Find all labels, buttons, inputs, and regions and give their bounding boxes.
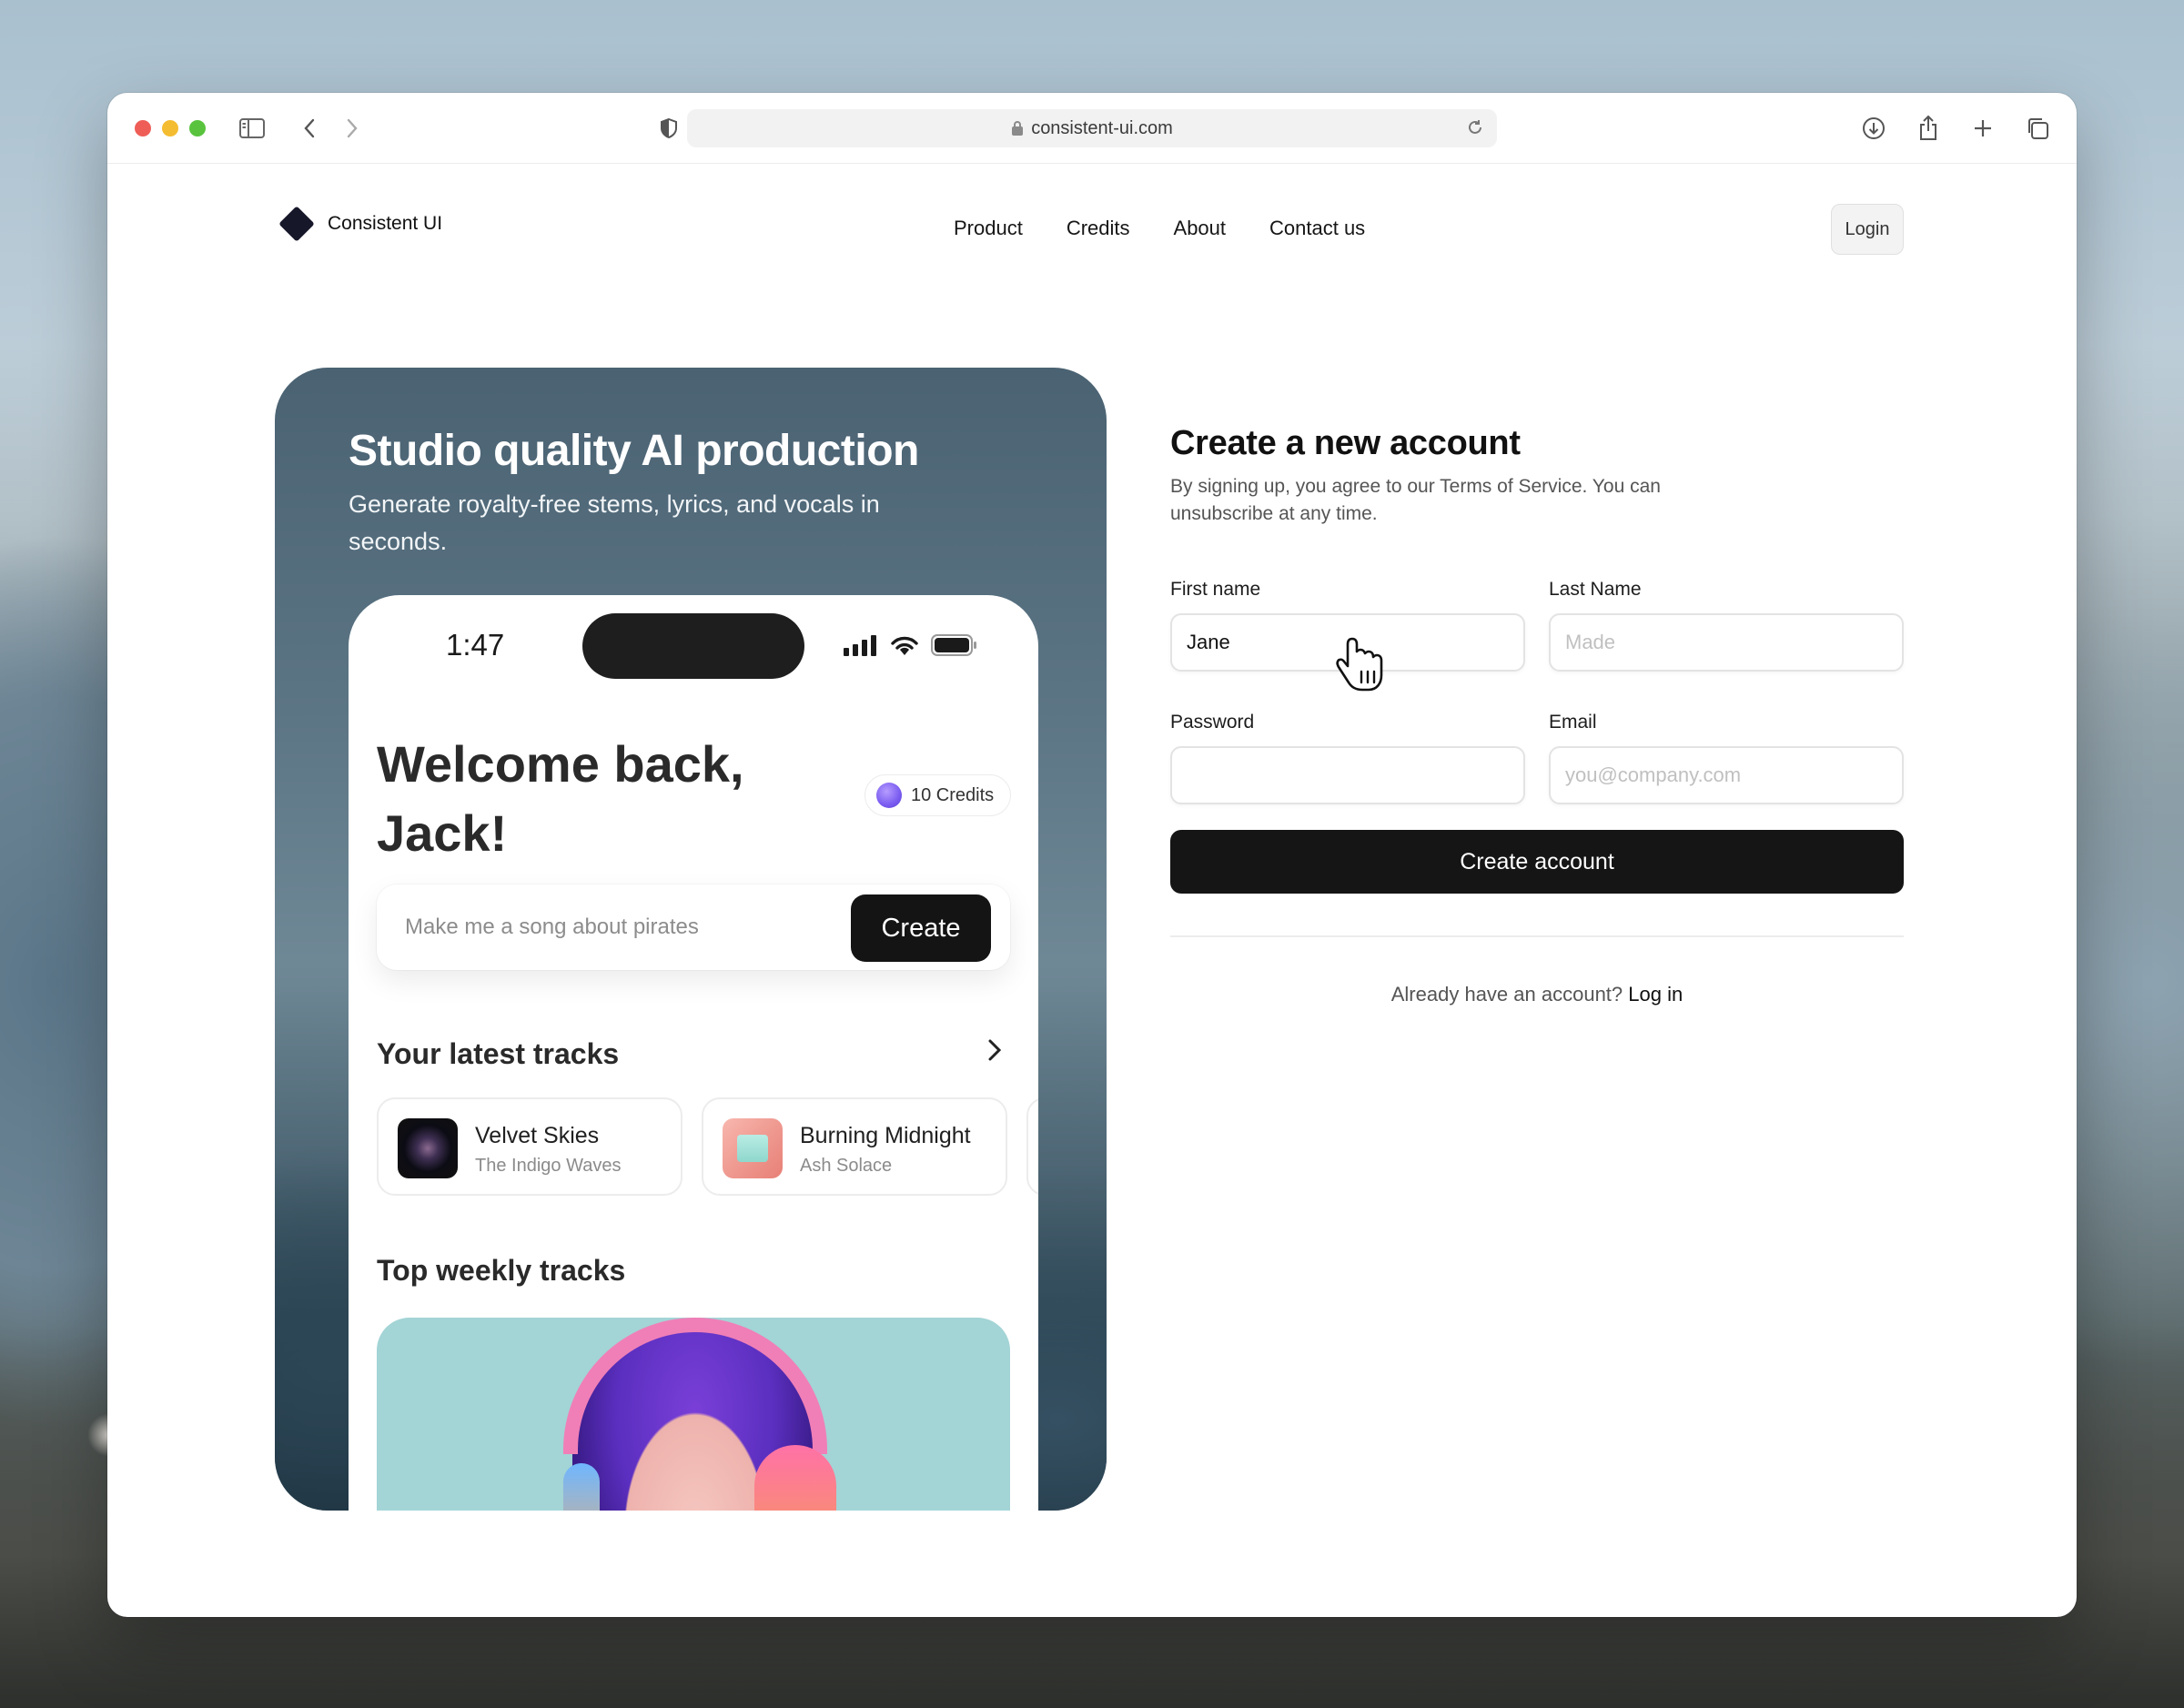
track-title: Velvet Skies (475, 1123, 600, 1148)
tab-overview-icon[interactable] (2022, 113, 2053, 144)
track-card-partial[interactable] (1026, 1097, 1038, 1196)
welcome-heading: Welcome back, Jack! (377, 735, 744, 862)
latest-tracks-title: Your latest tracks (377, 1037, 620, 1070)
hero-title: Studio quality AI production (349, 427, 919, 475)
last-name-label: Last Name (1549, 579, 1642, 600)
window-controls (135, 120, 206, 136)
new-tab-icon[interactable] (1967, 113, 1998, 144)
create-account-button[interactable]: Create account (1170, 830, 1904, 894)
signal-icon (844, 634, 878, 661)
maximize-window-button[interactable] (189, 120, 206, 136)
phone-mockup: 1:47 Welcome back, Jack! 10 Credits Make… (349, 595, 1038, 1511)
headphones-illustration (563, 1318, 827, 1454)
password-label: Password (1170, 712, 1255, 733)
minimize-window-button[interactable] (162, 120, 178, 136)
browser-window: consistent-ui.com Consistent UI Product … (107, 93, 2077, 1617)
login-prompt-text: Already have an account? (1390, 983, 1623, 1006)
last-name-input[interactable] (1549, 613, 1904, 672)
hero-card: Studio quality AI production Generate ro… (275, 368, 1107, 1511)
main-nav: Product Credits About Contact us (954, 217, 1365, 240)
dynamic-island (582, 613, 804, 679)
nav-contact[interactable]: Contact us (1269, 217, 1365, 240)
credits-badge[interactable]: 10 Credits (864, 774, 1012, 816)
headphone-cup-left (563, 1463, 600, 1511)
forward-icon[interactable] (337, 113, 368, 144)
login-button[interactable]: Login (1831, 204, 1904, 255)
song-prompt-box: Make me a song about pirates Create (377, 884, 1010, 970)
hero-subtitle: Generate royalty-free stems, lyrics, and… (349, 490, 880, 555)
wifi-icon (889, 633, 920, 662)
login-prompt: Already have an account? Log in (1170, 983, 1904, 1006)
privacy-shield-icon[interactable] (653, 113, 684, 144)
first-name-label: First name (1170, 579, 1261, 600)
brand-link[interactable]: Consistent UI (278, 206, 443, 242)
close-window-button[interactable] (135, 120, 151, 136)
form-divider (1170, 935, 1904, 937)
login-link[interactable]: Log in (1628, 983, 1683, 1006)
phone-time: 1:47 (446, 628, 505, 662)
hand-cursor-icon (1336, 635, 1385, 698)
browser-toolbar: consistent-ui.com (107, 93, 2077, 164)
password-input[interactable] (1170, 746, 1525, 804)
album-art (398, 1118, 458, 1178)
email-label: Email (1549, 712, 1597, 733)
album-art (723, 1118, 783, 1178)
site-header: Consistent UI Product Credits About Cont… (107, 164, 2077, 291)
reload-icon[interactable] (1466, 118, 1484, 136)
featured-track-artwork[interactable] (377, 1318, 1010, 1511)
url-text: consistent-ui.com (1031, 117, 1173, 138)
download-icon[interactable] (1858, 113, 1889, 144)
nav-about[interactable]: About (1174, 217, 1227, 240)
sidebar-toggle-icon[interactable] (237, 113, 268, 144)
song-prompt-input[interactable]: Make me a song about pirates (405, 915, 699, 940)
chevron-right-icon[interactable] (986, 1036, 1004, 1065)
brand-name: Consistent UI (328, 213, 443, 234)
track-artist: The Indigo Waves (475, 1156, 622, 1176)
email-input[interactable] (1549, 746, 1904, 804)
credit-coin-icon (876, 783, 902, 808)
lock-icon (1011, 120, 1024, 136)
track-card[interactable]: Burning Midnight Ash Solace (702, 1097, 1007, 1196)
weekly-tracks-title: Top weekly tracks (377, 1254, 626, 1287)
credits-count: 10 Credits (911, 784, 995, 805)
brand-logo-icon (278, 206, 315, 242)
nav-credits[interactable]: Credits (1067, 217, 1130, 240)
track-card[interactable]: Velvet Skies The Indigo Waves (377, 1097, 682, 1196)
create-song-button[interactable]: Create (851, 894, 991, 962)
battery-icon (931, 633, 978, 662)
address-bar[interactable]: consistent-ui.com (687, 109, 1497, 147)
back-icon[interactable] (294, 113, 325, 144)
track-artist: Ash Solace (800, 1156, 893, 1176)
nav-product[interactable]: Product (954, 217, 1023, 240)
track-title: Burning Midnight (800, 1123, 971, 1148)
status-bar-icons (844, 633, 978, 662)
form-description: By signing up, you agree to our Terms of… (1170, 476, 1661, 524)
share-icon[interactable] (1913, 113, 1944, 144)
form-title: Create a new account (1170, 424, 1521, 462)
